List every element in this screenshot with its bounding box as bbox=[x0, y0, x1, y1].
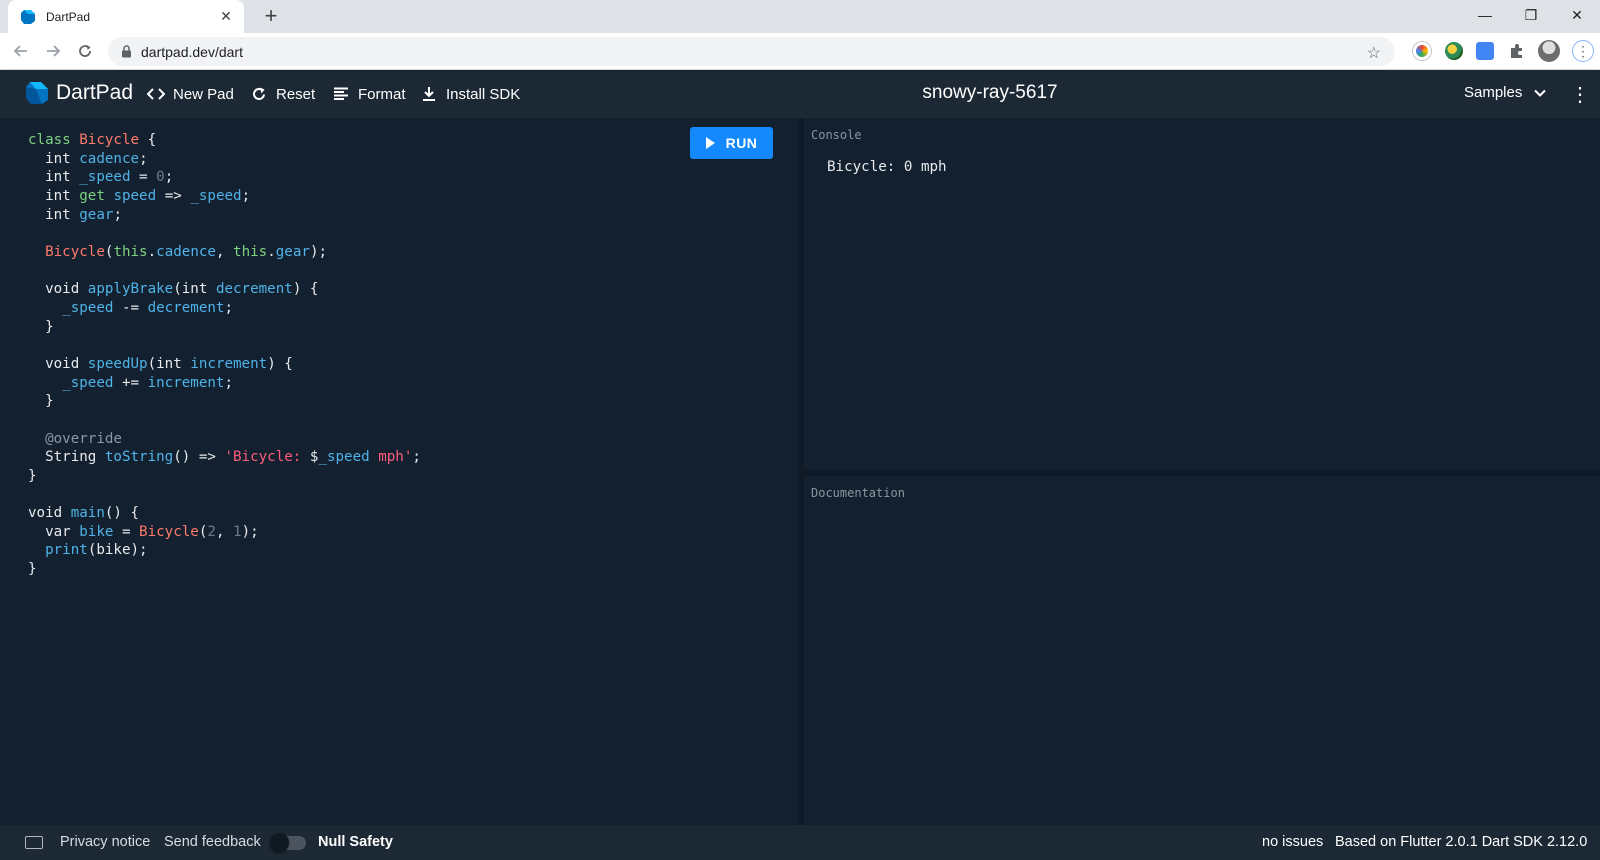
browser-menu-icon[interactable]: ⋮ bbox=[1572, 40, 1594, 62]
url-text: dartpad.dev/dart bbox=[141, 43, 243, 60]
null-safety-label: Null Safety bbox=[318, 834, 393, 850]
extension-globe-icon[interactable] bbox=[1445, 42, 1463, 60]
run-button[interactable]: RUN bbox=[690, 127, 773, 159]
extension-color-icon[interactable] bbox=[1413, 42, 1431, 60]
version-info: Based on Flutter 2.0.1 Dart SDK 2.12.0 bbox=[1335, 834, 1588, 850]
tab-close-icon[interactable]: ✕ bbox=[218, 8, 234, 25]
privacy-notice-link[interactable]: Privacy notice bbox=[60, 834, 150, 850]
documentation-label: Documentation bbox=[811, 486, 905, 500]
pad-name: snowy-ray-5617 bbox=[922, 82, 1058, 103]
more-menu-icon[interactable]: ⋮ bbox=[1570, 82, 1590, 107]
profile-avatar[interactable] bbox=[1538, 40, 1560, 62]
dartpad-header: DartPad New Pad Reset Format Install SDK… bbox=[0, 70, 1600, 118]
forward-arrow-icon[interactable] bbox=[43, 41, 63, 61]
browser-tab-bar: DartPad ✕ + — ❐ ✕ bbox=[0, 0, 1600, 33]
issues-status[interactable]: no issues bbox=[1262, 834, 1323, 850]
browser-tab[interactable]: DartPad ✕ bbox=[8, 0, 244, 33]
code-content[interactable]: class Bicycle { int cadence; int _speed … bbox=[28, 131, 421, 579]
samples-dropdown[interactable]: Samples bbox=[1464, 84, 1547, 101]
play-icon bbox=[705, 137, 715, 149]
back-arrow-icon[interactable] bbox=[11, 41, 31, 61]
samples-label: Samples bbox=[1464, 84, 1523, 101]
new-tab-button[interactable]: + bbox=[260, 4, 282, 28]
lock-icon bbox=[120, 45, 132, 58]
translate-extension-icon[interactable] bbox=[1476, 42, 1494, 60]
code-editor[interactable]: class Bicycle { int cadence; int _speed … bbox=[0, 118, 800, 825]
null-safety-toggle[interactable] bbox=[270, 833, 306, 852]
console-label: Console bbox=[811, 128, 862, 142]
chevron-down-icon bbox=[1534, 89, 1547, 97]
run-label: RUN bbox=[725, 135, 758, 151]
minimize-button[interactable]: — bbox=[1462, 0, 1508, 30]
toggle-knob bbox=[270, 833, 289, 852]
console-panel: Console Bicycle: 0 mph bbox=[804, 118, 1600, 470]
address-bar[interactable]: dartpad.dev/dart ☆ bbox=[108, 37, 1395, 66]
console-output: Bicycle: 0 mph bbox=[827, 159, 947, 175]
tab-title: DartPad bbox=[46, 9, 91, 24]
footer-bar: Privacy notice Send feedback Null Safety… bbox=[0, 825, 1600, 860]
window-controls: — ❐ ✕ bbox=[1462, 0, 1600, 33]
documentation-panel: Documentation bbox=[804, 476, 1600, 825]
reload-icon[interactable] bbox=[75, 41, 95, 61]
keyboard-icon[interactable] bbox=[25, 836, 43, 849]
dart-favicon-icon bbox=[20, 9, 36, 25]
bookmark-star-icon[interactable]: ☆ bbox=[1367, 43, 1381, 63]
restore-button[interactable]: ❐ bbox=[1508, 0, 1554, 30]
browser-toolbar: dartpad.dev/dart ☆ ⋮ bbox=[0, 33, 1600, 70]
send-feedback-link[interactable]: Send feedback bbox=[164, 834, 261, 850]
extensions-puzzle-icon[interactable] bbox=[1508, 42, 1526, 60]
close-window-button[interactable]: ✕ bbox=[1554, 0, 1600, 30]
